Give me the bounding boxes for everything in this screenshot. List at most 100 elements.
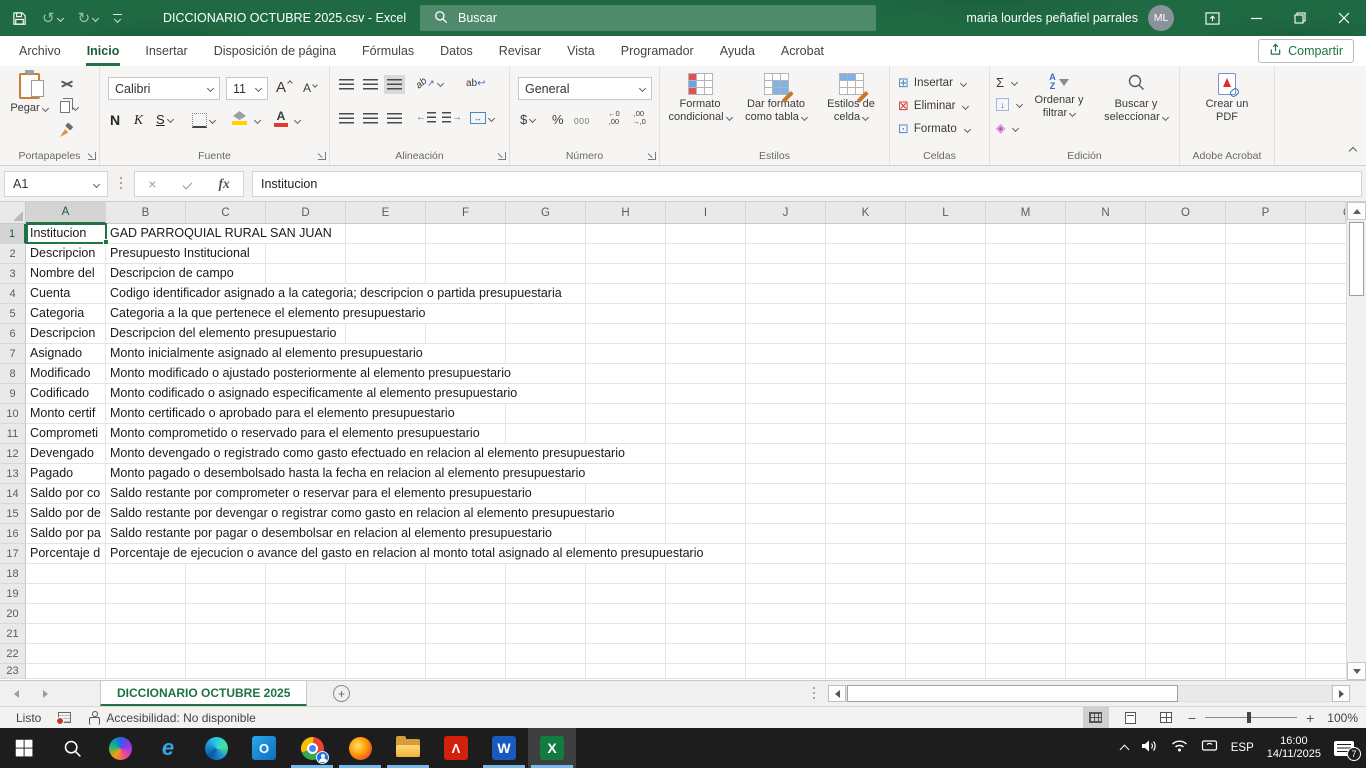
tab-insertar[interactable]: Insertar [132,36,200,66]
taskbar-firefox-icon[interactable] [336,728,384,768]
tab-programador[interactable]: Programador [608,36,707,66]
orientation-icon[interactable]: ab↗ [416,78,443,89]
row-cells[interactable]: ComprometiMonto comprometido o reservado… [26,424,1346,444]
row-header-2[interactable]: 2 [0,244,26,264]
row-cells[interactable]: CuentaCodigo identificador asignado a la… [26,284,1346,304]
page-layout-view-icon[interactable] [1118,707,1144,728]
row-cells[interactable]: Saldo por deSaldo restante por devengar … [26,504,1346,524]
column-header-K[interactable]: K [826,202,906,224]
sheet-tab[interactable]: DICCIONARIO OCTUBRE 2025 [100,681,307,706]
column-header-H[interactable]: H [586,202,666,224]
row-header-15[interactable]: 15 [0,504,26,524]
cell-A11[interactable]: Comprometi [26,424,105,443]
taskbar-start-icon[interactable] [0,728,48,768]
align-top-icon[interactable] [336,75,357,94]
align-bottom-icon[interactable] [384,75,405,94]
redo-icon[interactable]: ↻ [78,9,99,27]
row-header-11[interactable]: 11 [0,424,26,444]
cell-B9[interactable]: Monto codificado o asignado especificame… [106,384,520,403]
thousands-icon[interactable]: 000 [574,116,590,126]
wrap-text-icon[interactable]: ab↩ [466,78,486,89]
save-icon[interactable] [12,11,27,26]
row-cells[interactable]: PagadoMonto pagado o desembolsado hasta … [26,464,1346,484]
tab-acrobat[interactable]: Acrobat [768,36,837,66]
currency-icon[interactable]: $ [520,112,535,127]
cell-B3[interactable]: Descripcion de campo [106,264,237,283]
grow-font-icon[interactable]: A [276,79,292,96]
row-header-14[interactable]: 14 [0,484,26,504]
cell-A9[interactable]: Codificado [26,384,105,403]
cell-A8[interactable]: Modificado [26,364,105,383]
fill-color-icon[interactable] [232,111,247,125]
row-cells[interactable]: CodificadoMonto codificado o asignado es… [26,384,1346,404]
taskbar-acrobat-icon[interactable]: Λ [432,728,480,768]
volume-icon[interactable] [1141,739,1158,758]
cell-A2[interactable]: Descripcion [26,244,105,263]
close-icon[interactable] [1322,0,1366,36]
cell-B14[interactable]: Saldo restante por comprometer o reserva… [106,484,535,503]
row-cells[interactable] [26,564,1346,584]
dialog-launcher-icon[interactable] [318,152,326,160]
taskbar-outlook-icon[interactable]: O [240,728,288,768]
tab-datos[interactable]: Datos [427,36,486,66]
cell-A4[interactable]: Cuenta [26,284,105,303]
taskbar-excel-icon[interactable]: X [528,728,576,768]
font-size-select[interactable]: 11 [226,77,268,100]
row-header-13[interactable]: 13 [0,464,26,484]
cell-B10[interactable]: Monto certificado o aprobado para el ele… [106,404,458,423]
cell-A7[interactable]: Asignado [26,344,105,363]
zoom-level[interactable]: 100% [1327,711,1358,725]
percent-icon[interactable]: % [552,112,564,127]
row-cells[interactable]: Monto certifMonto certificado o aprobado… [26,404,1346,424]
minimize-icon[interactable] [1234,0,1278,36]
row-cells[interactable] [26,664,1346,679]
insert-cells-button[interactable]: ⊞Insertar [898,75,966,91]
wireless-display-icon[interactable] [1201,739,1218,757]
normal-view-icon[interactable] [1083,707,1109,728]
column-header-L[interactable]: L [906,202,986,224]
clear-icon[interactable]: ◈ [996,121,1018,135]
font-name-select[interactable]: Calibri [108,77,220,100]
cell-A12[interactable]: Devengado [26,444,105,463]
tab-ayuda[interactable]: Ayuda [707,36,768,66]
row-cells[interactable] [26,644,1346,664]
add-sheet-icon[interactable]: + [333,685,350,702]
row-header-5[interactable]: 5 [0,304,26,324]
page-break-view-icon[interactable] [1153,707,1179,728]
column-header-M[interactable]: M [986,202,1066,224]
copy-icon[interactable] [60,101,78,113]
row-cells[interactable]: Saldo por paSaldo restante por pagar o d… [26,524,1346,544]
dialog-launcher-icon[interactable] [498,152,506,160]
scroll-right-icon[interactable] [1332,685,1350,702]
column-header-O[interactable]: O [1146,202,1226,224]
tab-revisar[interactable]: Revisar [486,36,554,66]
wifi-icon[interactable] [1171,739,1188,757]
row-header-16[interactable]: 16 [0,524,26,544]
format-cells-button[interactable]: ⊡Formato [898,121,970,137]
cut-icon[interactable] [60,77,74,90]
align-center-icon[interactable] [360,109,381,128]
column-header-N[interactable]: N [1066,202,1146,224]
align-right-icon[interactable] [384,109,405,128]
cancel-icon[interactable]: × [148,176,156,192]
column-header-I[interactable]: I [666,202,746,224]
row-header-9[interactable]: 9 [0,384,26,404]
underline-button[interactable]: S [156,112,173,127]
insert-function-icon[interactable]: fx [218,176,229,192]
restore-icon[interactable] [1278,0,1322,36]
row-header-23[interactable]: 23 [0,664,26,679]
row-cells[interactable]: AsignadoMonto inicialmente asignado al e… [26,344,1346,364]
row-cells[interactable]: Saldo por coSaldo restante por compromet… [26,484,1346,504]
column-header-A[interactable]: A [26,202,106,224]
taskbar-copilot-icon[interactable] [96,728,144,768]
cell-A6[interactable]: Descripcion [26,324,105,343]
cell-B16[interactable]: Saldo restante por pagar o desembolsar e… [106,524,555,543]
cell-B13[interactable]: Monto pagado o desembolsado hasta la fec… [106,464,588,483]
scroll-down-icon[interactable] [1347,662,1366,680]
cell-A10[interactable]: Monto certif [26,404,105,423]
taskbar-internet-explorer-icon[interactable]: e [144,728,192,768]
cell-B11[interactable]: Monto comprometido o reservado para el e… [106,424,483,443]
cell-B7[interactable]: Monto inicialmente asignado al elemento … [106,344,426,363]
tab-f-rmulas[interactable]: Fórmulas [349,36,427,66]
find-select-button[interactable]: Buscar y seleccionar [1098,73,1174,124]
